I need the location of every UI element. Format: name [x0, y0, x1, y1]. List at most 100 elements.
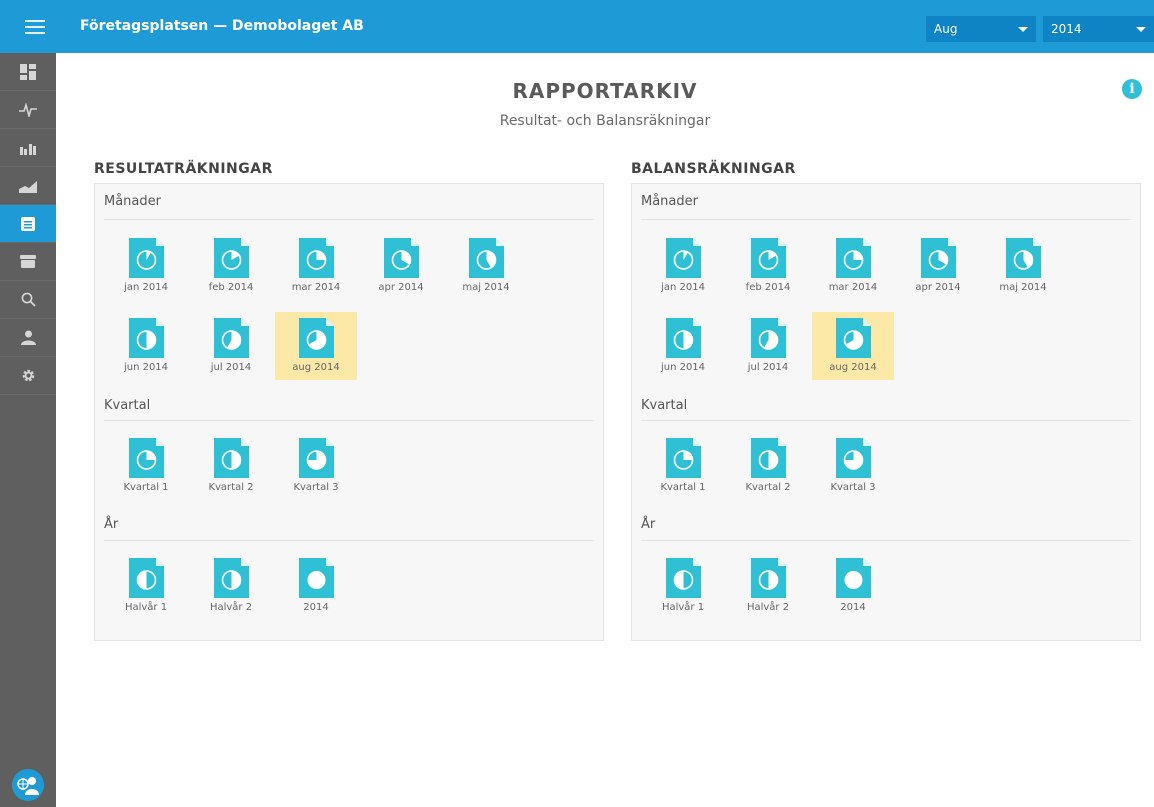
report-item-label: feb 2014 [745, 282, 791, 293]
report-document-icon [213, 558, 249, 598]
page-title: RAPPORTARKIV [512, 79, 698, 103]
report-document-icon [665, 318, 701, 358]
report-document-icon [665, 558, 701, 598]
report-item[interactable]: feb 2014 [727, 232, 809, 300]
report-document-icon [213, 438, 249, 478]
year-select-value: 2014 [1051, 22, 1082, 36]
sidebar-item-dashboard[interactable] [0, 53, 56, 91]
report-item[interactable]: jun 2014 [105, 312, 187, 380]
report-item[interactable]: apr 2014 [897, 232, 979, 300]
report-document-icon [128, 438, 164, 478]
report-item[interactable]: aug 2014 [275, 312, 357, 380]
report-item[interactable]: maj 2014 [445, 232, 527, 300]
report-item-label: Kvartal 3 [830, 482, 876, 493]
report-item[interactable]: jun 2014 [642, 312, 724, 380]
report-document-icon [298, 318, 334, 358]
report-item[interactable]: Kvartal 3 [275, 432, 357, 500]
report-document-icon [835, 438, 871, 478]
group-title: År [104, 517, 119, 532]
report-item[interactable]: aug 2014 [812, 312, 894, 380]
report-item[interactable]: Kvartal 2 [727, 432, 809, 500]
report-item[interactable]: apr 2014 [360, 232, 442, 300]
dashboard-icon [20, 63, 36, 80]
report-item-label: Halvår 2 [209, 602, 253, 613]
report-item-label: jan 2014 [661, 282, 705, 293]
report-item[interactable]: feb 2014 [190, 232, 272, 300]
report-item-label: Kvartal 3 [293, 482, 339, 493]
report-document-icon [835, 238, 871, 278]
report-item[interactable]: Kvartal 1 [642, 432, 724, 500]
app-title: Företagsplatsen — Demobolaget AB [80, 18, 364, 34]
report-item-label: jun 2014 [123, 362, 169, 373]
top-bar: Företagsplatsen — Demobolaget AB Aug 201… [0, 0, 1154, 53]
report-document-icon [383, 238, 419, 278]
group-title: Kvartal [641, 398, 688, 413]
report-item[interactable]: Halvår 2 [190, 552, 272, 620]
report-document-icon [665, 238, 701, 278]
report-item-label: 2014 [840, 602, 866, 613]
report-panel: Månader jan 2014 feb 2014 mar 2014 apr 2014 m… [94, 183, 604, 641]
chevron-down-icon [1018, 26, 1028, 32]
sidebar-item-bar-chart[interactable] [0, 129, 56, 167]
sidebar-item-user[interactable] [0, 319, 56, 357]
report-item[interactable]: jul 2014 [190, 312, 272, 380]
report-item[interactable]: 2014 [812, 552, 894, 620]
report-item-label: aug 2014 [829, 362, 877, 373]
sidebar-item-reports[interactable] [0, 205, 56, 243]
section-title: RESULTATRÄKNINGAR [94, 161, 273, 177]
month-select-value: Aug [934, 22, 958, 36]
report-item-label: maj 2014 [462, 282, 510, 293]
sidebar-item-settings[interactable] [0, 357, 56, 395]
month-select[interactable]: Aug [926, 16, 1036, 42]
report-item[interactable]: jan 2014 [105, 232, 187, 300]
sidebar-item-area-chart[interactable] [0, 167, 56, 205]
group-title: År [641, 517, 656, 532]
report-item-label: Kvartal 1 [660, 482, 706, 493]
report-panel: Månader jan 2014 feb 2014 mar 2014 apr 2014 m… [631, 183, 1141, 641]
report-item[interactable]: Kvartal 1 [105, 432, 187, 500]
user-icon [20, 330, 36, 345]
report-document-icon [213, 238, 249, 278]
group-divider [641, 420, 1131, 421]
group-title: Kvartal [104, 398, 151, 413]
report-document-icon [750, 438, 786, 478]
report-item[interactable]: Kvartal 2 [190, 432, 272, 500]
report-item-label: Halvår 1 [124, 602, 168, 613]
sidebar-item-inbox[interactable] [0, 243, 56, 281]
report-item[interactable]: jan 2014 [642, 232, 724, 300]
report-item[interactable]: mar 2014 [275, 232, 357, 300]
report-document-icon [298, 238, 334, 278]
hamburger-menu-icon[interactable] [0, 0, 70, 53]
report-document-icon [750, 558, 786, 598]
report-document-icon [298, 558, 334, 598]
report-item-label: mar 2014 [828, 282, 878, 293]
report-item-label: Kvartal 2 [745, 482, 791, 493]
group-title: Månader [641, 194, 698, 209]
group-divider [641, 540, 1131, 541]
report-item-label: apr 2014 [915, 282, 961, 293]
report-document-icon [665, 438, 701, 478]
report-item-label: jun 2014 [660, 362, 706, 373]
report-item-label: mar 2014 [291, 282, 341, 293]
report-item-label: apr 2014 [378, 282, 424, 293]
report-item[interactable]: maj 2014 [982, 232, 1064, 300]
report-item[interactable]: mar 2014 [812, 232, 894, 300]
sidebar-item-pulse[interactable] [0, 91, 56, 129]
report-item[interactable]: Halvår 1 [642, 552, 724, 620]
sidebar-item-search[interactable] [0, 281, 56, 319]
report-item-label: jan 2014 [124, 282, 168, 293]
report-item[interactable]: Kvartal 3 [812, 432, 894, 500]
report-document-icon [750, 318, 786, 358]
gear-icon [22, 369, 34, 382]
report-item[interactable]: Halvår 2 [727, 552, 809, 620]
report-item[interactable]: Halvår 1 [105, 552, 187, 620]
section-balansrakningar: BALANSRÄKNINGAR Månader jan 2014 feb 2014 m… [631, 161, 1141, 641]
report-document-icon [750, 238, 786, 278]
page-subtitle: Resultat- och Balansräkningar [499, 113, 711, 129]
year-select[interactable]: 2014 [1043, 16, 1154, 42]
info-icon[interactable]: i [1122, 79, 1142, 99]
report-item[interactable]: 2014 [275, 552, 357, 620]
report-item[interactable]: jul 2014 [727, 312, 809, 380]
support-avatar-icon[interactable] [12, 769, 44, 801]
report-document-icon [835, 558, 871, 598]
